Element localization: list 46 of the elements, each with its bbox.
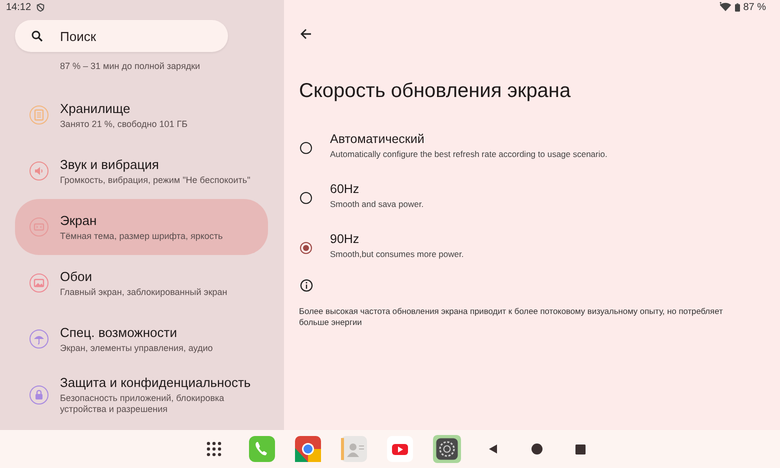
shield-icon xyxy=(36,2,46,12)
item-subtitle: Занято 21 %, свободно 101 ГБ xyxy=(60,118,188,130)
back-triangle-icon[interactable] xyxy=(486,443,498,455)
youtube-app-icon[interactable] xyxy=(386,436,412,462)
item-title: Защита и конфиденциальность xyxy=(60,375,252,390)
settings-item[interactable]: Экран Тёмная тема, размер шрифта, яркость xyxy=(15,199,268,255)
settings-app-icon[interactable] xyxy=(432,435,460,463)
option-label: 90Hz xyxy=(330,232,360,246)
radio-button[interactable] xyxy=(300,242,312,254)
battery-percent: 87 % xyxy=(743,2,766,12)
home-circle-icon[interactable] xyxy=(530,443,542,455)
option-description: Automatically configure the best refresh rate according to usage scenario. xyxy=(330,148,608,158)
page-title: Скорость обновления экрана xyxy=(299,80,572,103)
option-description: Smooth,but consumes more power. xyxy=(330,248,464,258)
radio-button[interactable] xyxy=(300,192,312,204)
item-title: Хранилище xyxy=(60,100,132,116)
option-label: 60Hz xyxy=(330,182,360,196)
item-title: Обои xyxy=(60,268,94,284)
option-description: Smooth and sava power. xyxy=(330,198,424,208)
battery-icon xyxy=(735,2,740,12)
info-text: Более высокая частота обновления экрана приводит к более потоковому визуальному опыту, но потребляет больше энергии xyxy=(299,306,724,328)
status-time: 14:12 xyxy=(6,2,32,12)
app-grid-icon[interactable] xyxy=(204,440,222,458)
item-subtitle: 87 % – 31 мин до полной зарядки xyxy=(60,61,200,72)
item-title: Спец. возможности xyxy=(60,324,178,340)
settings-item[interactable]: Обои Главный экран, заблокированный экран xyxy=(15,255,268,311)
option-label: Автоматический xyxy=(330,132,426,146)
wifi-icon xyxy=(719,2,732,12)
item-subtitle: Тёмная тема, размер шрифта, яркость xyxy=(60,230,223,242)
settings-item[interactable]: Звук и вибрация Громкость, вибрация, режим "Не беспокоить" xyxy=(15,143,268,199)
settings-item[interactable]: 87 % – 31 мин до полной зарядки xyxy=(15,52,268,87)
item-subtitle: Главный экран, заблокированный экран xyxy=(60,286,228,298)
settings-item[interactable]: Спец. возможности Экран, элементы управления, аудио xyxy=(15,311,268,367)
item-subtitle: Безопасность приложений, блокировка устройства и разрешения xyxy=(60,393,226,415)
item-subtitle: Экран, элементы управления, аудио xyxy=(60,342,213,354)
chrome-app-icon[interactable] xyxy=(294,436,320,462)
recents-square-icon[interactable] xyxy=(574,444,586,454)
search-field[interactable]: Поиск xyxy=(15,20,228,52)
settings-item[interactable]: Хранилище Занято 21 %, свободно 101 ГБ xyxy=(15,87,268,143)
back-arrow-icon[interactable] xyxy=(300,28,312,40)
item-title: Экран xyxy=(60,212,98,228)
settings-item[interactable]: Защита и конфиденциальность Безопасность приложений, блокировка устройства и разрешения xyxy=(15,367,268,423)
item-subtitle: Громкость, вибрация, режим "Не беспокоить" xyxy=(60,174,250,186)
item-title: Звук и вибрация xyxy=(60,156,160,172)
info-icon xyxy=(300,279,313,292)
radio-button[interactable] xyxy=(300,142,312,154)
